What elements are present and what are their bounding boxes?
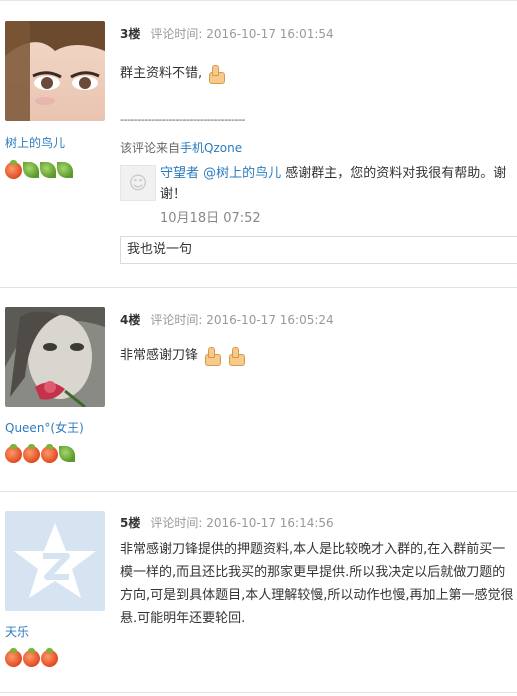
level-badges: [5, 160, 73, 179]
thumbs-up-icon: [206, 64, 226, 84]
reply-input[interactable]: 我也说一句: [120, 236, 517, 264]
comment-body: 非常感谢刀锋: [120, 348, 199, 363]
qq-default-avatar-icon: [5, 511, 105, 611]
comment-body: 群主资料不错,: [120, 66, 203, 81]
comment-meta: 5楼 评论时间: 2016-10-17 16:14:56: [120, 514, 334, 531]
level-badges: [5, 648, 58, 667]
leaf-badge-icon: [23, 162, 39, 178]
avatar-image-icon: [5, 21, 105, 121]
floor-number: 4楼: [120, 313, 141, 327]
comment-time: 评论时间: 2016-10-17 16:05:24: [150, 313, 334, 327]
divider-dashes: ------------------------------------: [120, 113, 245, 126]
leaf-badge-icon: [40, 162, 56, 178]
comment-source: 该评论来自手机Qzone: [120, 139, 242, 156]
avatar-image-icon: [5, 307, 105, 407]
comment-text: 非常感谢刀锋: [120, 344, 246, 366]
peach-badge-icon: [5, 648, 22, 667]
comment-text: 非常感谢刀锋提供的押题资料,本人是比较晚才入群的,在入群前买一模一样的,而且还比…: [120, 542, 514, 626]
thumbs-up-icon: [226, 346, 246, 366]
post-separator: [0, 692, 517, 693]
peach-badge-icon: [23, 648, 40, 667]
post-separator: [0, 491, 517, 492]
source-prefix: 该评论来自: [120, 141, 181, 155]
avatar[interactable]: [5, 511, 105, 611]
leaf-badge-icon: [59, 446, 75, 462]
comment-meta: 3楼 评论时间: 2016-10-17 16:01:54: [120, 25, 334, 42]
comment-meta: 4楼 评论时间: 2016-10-17 16:05:24: [120, 311, 334, 328]
comment-time: 评论时间: 2016-10-17 16:01:54: [150, 27, 334, 41]
peach-badge-icon: [5, 160, 22, 179]
peach-badge-icon: [23, 444, 40, 463]
comment-time: 评论时间: 2016-10-17 16:14:56: [150, 516, 334, 530]
username[interactable]: 天乐: [5, 623, 29, 640]
reply-text: 守望者 @树上的鸟儿 感谢群主，您的资料对我很有帮助。谢谢！: [160, 163, 517, 205]
source-link[interactable]: 手机Qzone: [180, 141, 242, 155]
floor-number: 3楼: [120, 27, 141, 41]
top-divider: [0, 0, 517, 1]
level-badges: [5, 444, 75, 463]
comment-text: 群主资料不错,: [120, 62, 226, 84]
post-separator: [0, 287, 517, 288]
leaf-badge-icon: [57, 162, 73, 178]
reply-mention[interactable]: @树上的鸟儿: [203, 166, 281, 181]
thumbs-up-icon: [202, 346, 222, 366]
peach-badge-icon: [5, 444, 22, 463]
floor-number: 5楼: [120, 516, 141, 530]
peach-badge-icon: [41, 444, 58, 463]
username[interactable]: Queen°(女王): [5, 419, 84, 436]
reply-time: 10月18日 07:52: [160, 211, 261, 226]
reply-avatar[interactable]: ☺: [120, 165, 156, 201]
reply-author[interactable]: 守望者: [160, 166, 199, 181]
default-user-icon: ☺: [128, 172, 148, 194]
avatar[interactable]: [5, 21, 105, 121]
avatar[interactable]: [5, 307, 105, 407]
username[interactable]: 树上的鸟儿: [5, 134, 65, 151]
peach-badge-icon: [41, 648, 58, 667]
